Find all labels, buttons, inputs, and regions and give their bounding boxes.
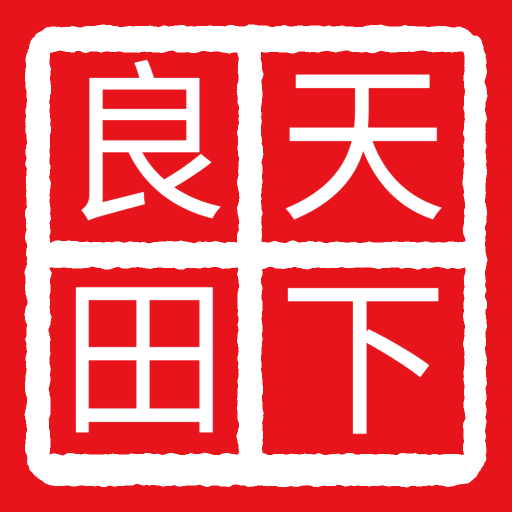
seal-character: 田 [59,260,229,461]
seal-character: 良 [59,46,229,247]
app-icon[interactable]: 良 天 田 下 [0,0,512,512]
seal-character: 下 [278,260,448,461]
seal-cell-top-right: 天 [262,52,464,242]
seal-cell-bottom-left: 田 [50,268,238,454]
seal-cell-top-left: 良 [50,52,238,242]
seal-character: 天 [278,46,448,247]
seal-cell-bottom-right: 下 [262,268,464,454]
